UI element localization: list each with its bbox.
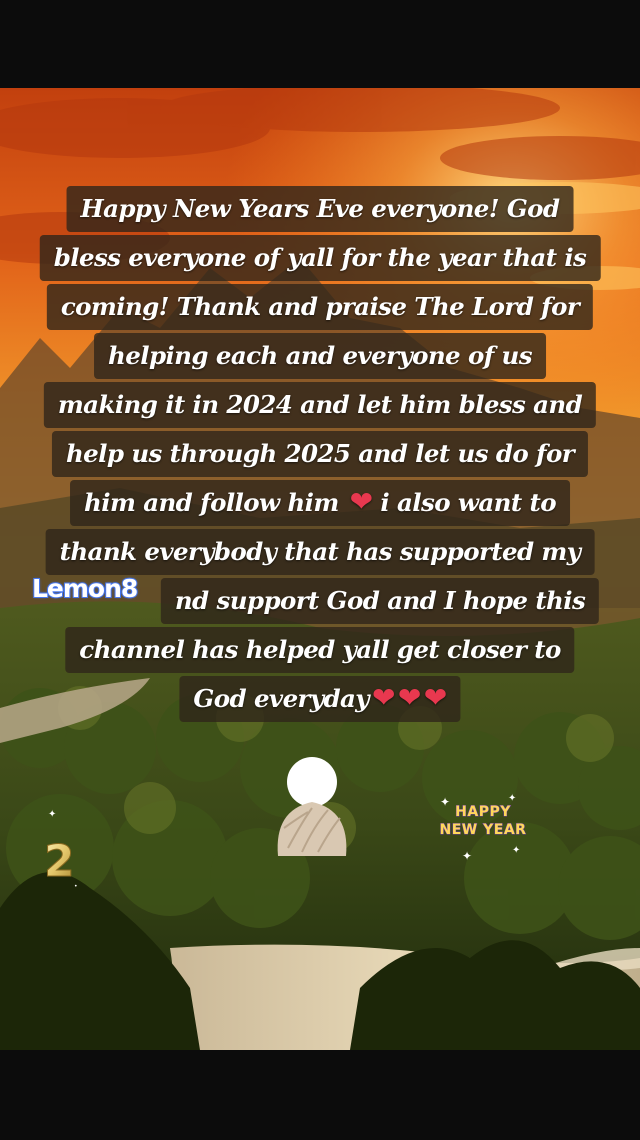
number-two-glyph: 2 [44, 836, 75, 880]
caption-line-7-start: him and follow him [84, 488, 339, 517]
caption-line-5: making it in 2024 and let him bless and [43, 382, 597, 428]
sparkle-icon: • [74, 883, 78, 890]
caption-line-11-text: God everyday [193, 684, 369, 713]
new-year-text: NEW YEAR [439, 822, 527, 839]
screen: Happy New Years Eve everyone! God bless … [0, 0, 640, 1140]
sparkle-icon: ✦ [512, 845, 521, 856]
heart-icon: ❤ [423, 681, 447, 714]
caption-line-7: him and follow him ❤ i also want to [70, 480, 570, 526]
caption-line-6: help us through 2025 and let us do for [51, 431, 589, 477]
caption-line-9: nd support God and I hope this [160, 578, 600, 624]
caption-line-7-end: i also want to [380, 488, 556, 517]
happy-new-year-sticker: ✦ ✦ HAPPY NEW YEAR ✦ ✦ [436, 794, 530, 866]
sparkle-icon: ✦ [462, 849, 473, 863]
caption-line-8: thank everybody that has supported my [45, 529, 595, 575]
sparkle-icon: ✦ [508, 793, 517, 804]
caption-line-1: Happy New Years Eve everyone! God [66, 186, 574, 232]
caption-line-10: channel has helped yall get closer to [65, 627, 575, 673]
caption-line-4: helping each and everyone of us [94, 333, 546, 379]
bottom-black-bar [0, 1050, 640, 1140]
caption-line-3: coming! Thank and praise The Lord for [46, 284, 594, 330]
sparkle-icon: ✦ [48, 809, 57, 820]
number-two-sticker: 2 ✦ • [40, 810, 84, 890]
happy-text: HAPPY [455, 804, 511, 821]
lemon8-watermark: Lemon8 [31, 573, 139, 604]
knit-hat-sticker [272, 752, 352, 862]
caption-line-2: bless everyone of yall for the year that… [39, 235, 601, 281]
top-black-bar [0, 0, 640, 88]
heart-icon: ❤ [397, 681, 421, 714]
caption-line-11: God everyday ❤ ❤ ❤ [179, 676, 461, 722]
heart-icon: ❤ [371, 681, 395, 714]
heart-icon: ❤ [349, 485, 373, 518]
